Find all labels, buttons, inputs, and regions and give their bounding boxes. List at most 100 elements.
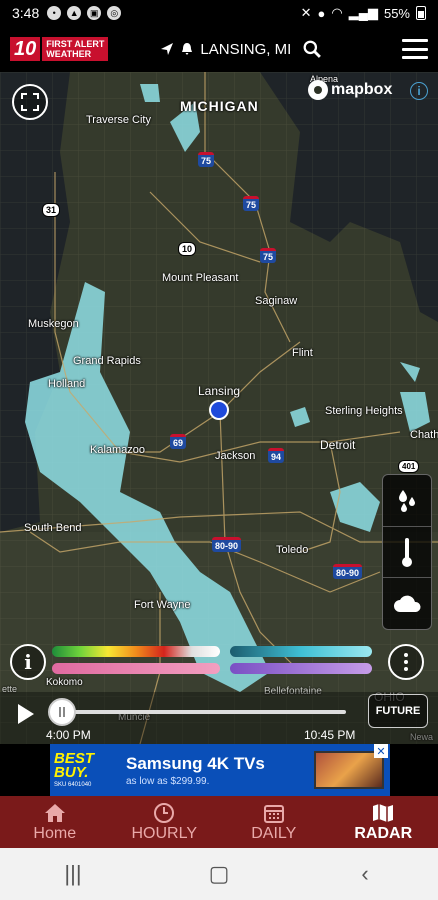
station-logo[interactable]: 10 FIRST ALERT WEATHER	[10, 33, 109, 65]
hamburger-menu-icon[interactable]	[402, 39, 428, 59]
mapbox-logo: mapbox	[308, 80, 392, 100]
map-icon	[373, 803, 394, 822]
label-kokomo: Kokomo	[46, 677, 83, 688]
image-icon: ▣	[87, 6, 102, 20]
nav-radar[interactable]: RADAR	[329, 796, 438, 848]
radar-map[interactable]: MICHIGAN Traverse City Alpena Mount Plea…	[0, 72, 438, 744]
wifi-icon: ◠	[331, 5, 343, 20]
legend-rain-bar	[52, 646, 220, 657]
bell-icon	[182, 43, 193, 55]
label-south-bend: South Bend	[24, 522, 82, 534]
legend-snow-bar	[230, 646, 372, 657]
status-bar: 3:48 • ▲ ▣ ◎ ✕ ● ◠ ▂▄▆ 55%	[0, 0, 438, 26]
future-button[interactable]: FUTURE	[368, 694, 428, 728]
label-grand-rapids: Grand Rapids	[73, 355, 141, 367]
timeline-slider-track[interactable]	[60, 710, 346, 714]
ad-close-icon[interactable]: ✕	[374, 744, 388, 758]
nav-radar-label: RADAR	[354, 824, 413, 842]
label-toledo: Toledo	[276, 544, 309, 556]
ad-text: Samsung 4K TVs as low as $299.99.	[118, 754, 314, 787]
timeline-slider-thumb[interactable]	[48, 698, 76, 726]
cloud-icon	[394, 595, 421, 612]
alert-icon: ▲	[67, 6, 82, 20]
label-mount-pleasant: Mount Pleasant	[162, 272, 239, 284]
nav-home[interactable]: Home	[0, 796, 110, 848]
interstate-75-shield: 75	[198, 152, 215, 167]
timeline-start-time: 4:00 PM	[46, 728, 91, 742]
location-selector[interactable]: LANSING, MI	[160, 40, 322, 58]
status-system-icons: ✕ ● ◠ ▂▄▆ 55%	[301, 5, 426, 21]
highway-401-shield: 401	[398, 460, 420, 473]
us-10-shield: 10	[178, 242, 197, 256]
precip-icon	[399, 490, 415, 513]
logo-number: 10	[10, 37, 41, 61]
mapbox-wordmark: mapbox	[331, 81, 393, 98]
location-name: LANSING, MI	[200, 40, 292, 58]
label-saginaw: Saginaw	[255, 295, 298, 307]
fullscreen-button[interactable]	[12, 84, 48, 120]
mapbox-icon	[308, 80, 328, 100]
nav-daily-label: DAILY	[251, 824, 297, 842]
nav-hourly-label: HOURLY	[131, 824, 198, 842]
signal-icon: ▂▄▆	[348, 5, 378, 20]
clock-icon	[154, 802, 175, 823]
app-icon: ◎	[107, 6, 122, 20]
logo-line1: FIRST ALERT	[46, 39, 105, 49]
interstate-75-shield: 75	[260, 248, 277, 263]
us-31-shield: 31	[42, 203, 61, 217]
label-sterling-heights: Sterling Heights	[325, 405, 403, 417]
layer-temperature-button[interactable]	[383, 527, 431, 579]
notification-icon: •	[47, 6, 62, 20]
home-button-icon[interactable]: ▢	[199, 861, 239, 887]
home-icon	[44, 803, 65, 822]
ad-banner[interactable]: BEST BUY. SKU 6401040 Samsung 4K TVs as …	[50, 744, 390, 796]
label-muskegon: Muskegon	[28, 318, 79, 330]
nav-hourly[interactable]: HOURLY	[110, 796, 220, 848]
label-jackson: Jackson	[215, 450, 256, 462]
recent-apps-icon[interactable]: |||	[53, 861, 93, 887]
ad-brand-line2: BUY.	[54, 764, 89, 781]
system-nav-bar: ||| ▢ ‹	[0, 848, 438, 900]
label-holland: Holland	[48, 378, 86, 390]
label-detroit: Detroit	[320, 438, 356, 452]
legend-mix-bar	[52, 663, 220, 674]
legend-info-button[interactable]: i	[10, 644, 46, 680]
more-options-button[interactable]	[388, 644, 424, 680]
label-michigan: MICHIGAN	[180, 98, 259, 114]
ad-title: Samsung 4K TVs	[126, 753, 265, 773]
navigation-arrow-icon	[161, 43, 174, 55]
current-location-marker	[209, 400, 229, 420]
label-chatham: Chath	[410, 429, 438, 441]
interstate-80-90-shield: 80-90	[212, 537, 242, 552]
layer-panel	[382, 474, 432, 630]
play-icon[interactable]	[18, 704, 34, 724]
app-header: 10 FIRST ALERT WEATHER LANSING, MI	[0, 26, 438, 72]
legend-left	[52, 646, 220, 676]
timeline-bar: 4:00 PM 10:45 PM FUTURE	[0, 692, 438, 744]
label-traverse-city: Traverse City	[86, 114, 151, 126]
layer-precip-button[interactable]	[383, 475, 431, 527]
ad-sku: SKU 6401040	[54, 782, 92, 788]
nav-home-label: Home	[33, 824, 77, 842]
ad-subtitle: as low as $299.99.	[126, 775, 210, 787]
location-icon: ●	[317, 5, 326, 21]
logo-line2: WEATHER	[46, 49, 92, 59]
status-notification-icons: • ▲ ▣ ◎	[47, 6, 122, 20]
attribution-info-icon[interactable]: i	[410, 82, 428, 100]
label-kalamazoo: Kalamazoo	[90, 444, 146, 456]
legend-ice-bar	[230, 663, 372, 674]
nav-daily[interactable]: DAILY	[219, 796, 329, 848]
battery-icon	[416, 6, 426, 20]
expand-icon	[21, 93, 39, 111]
ad-brand-logo: BEST BUY. SKU 6401040	[50, 744, 118, 796]
search-icon[interactable]	[303, 40, 322, 58]
label-flint: Flint	[292, 347, 313, 359]
interstate-80-90-shield: 80-90	[333, 564, 363, 579]
label-fort-wayne: Fort Wayne	[134, 599, 191, 611]
status-time: 3:48	[12, 5, 40, 21]
mute-icon: ✕	[300, 5, 312, 20]
back-icon[interactable]: ‹	[345, 861, 385, 887]
thermometer-icon	[402, 538, 412, 567]
battery-percent: 55%	[383, 5, 410, 21]
layer-clouds-button[interactable]	[383, 578, 431, 629]
